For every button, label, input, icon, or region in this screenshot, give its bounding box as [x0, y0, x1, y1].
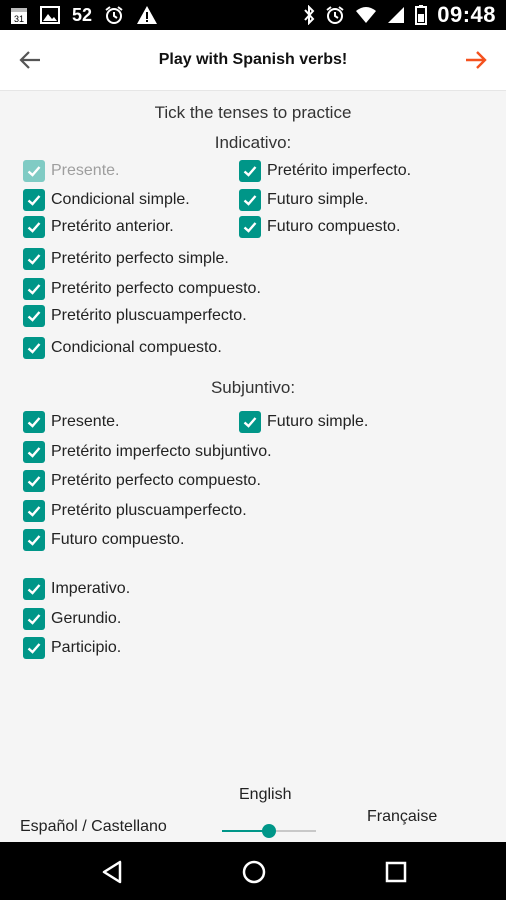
checkbox-label: Pretérito anterior.: [51, 218, 174, 235]
checkbox-indicativo-condicional-simple[interactable]: Condicional simple.: [23, 189, 190, 211]
checkbox-indicativo-preterito-anterior[interactable]: Pretérito anterior.: [23, 216, 174, 238]
checkbox-label: Pretérito perfecto compuesto.: [51, 472, 261, 489]
checkbox-label: Pretérito pluscuamperfecto.: [51, 502, 247, 519]
app-bar: Play with Spanish verbs!: [0, 30, 506, 91]
nav-recents-button[interactable]: [381, 857, 411, 887]
checkbox-subjuntivo-preterito-pluscuamperfecto[interactable]: Pretérito pluscuamperfecto.: [23, 500, 247, 522]
checkbox-label: Pretérito imperfecto.: [267, 162, 412, 179]
language-label-spanish: Español / Castellano: [20, 818, 167, 835]
checkbox-label: Condicional compuesto.: [51, 339, 222, 356]
checkbox-label: Presente.: [51, 413, 120, 430]
check-icon: [23, 470, 45, 492]
check-icon: [23, 578, 45, 600]
check-icon: [23, 637, 45, 659]
language-label-english: English: [239, 786, 292, 803]
checkbox-participio[interactable]: Participio.: [23, 637, 121, 659]
checkbox-indicativo-condicional-compuesto[interactable]: Condicional compuesto.: [23, 337, 222, 359]
check-icon: [23, 248, 45, 270]
check-icon: [239, 160, 261, 182]
check-icon: [23, 305, 45, 327]
check-icon: [23, 441, 45, 463]
checkbox-gerundio[interactable]: Gerundio.: [23, 608, 121, 630]
alarm-icon: [104, 5, 124, 25]
check-icon: [23, 411, 45, 433]
checkbox-label: Imperativo.: [51, 580, 131, 597]
checkbox-label: Futuro simple.: [267, 413, 369, 430]
calendar-icon: 31: [10, 5, 28, 25]
nav-recents-icon: [385, 861, 407, 883]
signal-icon: [387, 6, 405, 24]
checkbox-label: Pretérito perfecto compuesto.: [51, 280, 261, 297]
checkbox-indicativo-futuro-simple[interactable]: Futuro simple.: [239, 189, 368, 211]
checkbox-label: Futuro compuesto.: [267, 218, 401, 235]
language-slider[interactable]: [222, 824, 316, 838]
check-icon: [23, 216, 45, 238]
checkbox-imperativo[interactable]: Imperativo.: [23, 578, 130, 600]
wifi-icon: [355, 6, 377, 24]
checkbox-indicativo-preterito-imperfecto[interactable]: Pretérito imperfecto.: [239, 160, 411, 182]
subjuntivo-heading: Subjuntivo:: [210, 378, 296, 397]
checkbox-subjuntivo-futuro-simple[interactable]: Futuro simple.: [239, 411, 368, 433]
checkbox-label: Condicional simple.: [51, 191, 190, 208]
check-icon: [23, 500, 45, 522]
notification-count: 52: [72, 4, 93, 25]
instruction-text: Tick the tenses to practice: [154, 103, 352, 122]
clock: 09:48: [437, 2, 496, 27]
checkbox-indicativo-presente[interactable]: Presente.: [23, 160, 119, 182]
svg-text:31: 31: [14, 14, 24, 24]
tense-settings: Tick the tenses to practice Indicativo: …: [0, 91, 506, 842]
bluetooth-icon: [303, 5, 315, 25]
check-icon: [239, 189, 261, 211]
nav-back-icon: [102, 860, 122, 884]
language-label-french: Française: [367, 808, 438, 825]
indicativo-heading: Indicativo:: [214, 133, 292, 152]
check-icon: [23, 189, 45, 211]
navigation-bar: [0, 842, 506, 900]
check-icon: [23, 337, 45, 359]
checkbox-label: Futuro simple.: [267, 191, 369, 208]
checkbox-label: Pretérito perfecto simple.: [51, 250, 229, 267]
nav-back-button[interactable]: [98, 857, 128, 887]
check-icon: [239, 216, 261, 238]
checkbox-label: Presente.: [51, 162, 120, 179]
slider-thumb[interactable]: [262, 824, 276, 838]
checkbox-subjuntivo-presente[interactable]: Presente.: [23, 411, 119, 433]
check-icon: [23, 529, 45, 551]
next-button[interactable]: [462, 46, 490, 74]
checkbox-label: Pretérito pluscuamperfecto.: [51, 307, 247, 324]
arrow-right-icon: [466, 51, 487, 69]
checkbox-subjuntivo-preterito-perfecto-compuesto[interactable]: Pretérito perfecto compuesto.: [23, 470, 261, 492]
page-title: Play with Spanish verbs!: [158, 51, 348, 68]
check-icon: [239, 411, 261, 433]
checkbox-subjuntivo-preterito-imperfecto[interactable]: Pretérito imperfecto subjuntivo.: [23, 441, 272, 463]
checkbox-label: Gerundio.: [51, 610, 122, 627]
warning-icon: [136, 5, 158, 25]
status-bar: 31 52 09:48: [0, 0, 506, 30]
nav-home-button[interactable]: [239, 857, 269, 887]
checkbox-indicativo-preterito-perfecto-compuesto[interactable]: Pretérito perfecto compuesto.: [23, 278, 261, 300]
checkbox-label: Futuro compuesto.: [51, 531, 185, 548]
checkbox-label: Participio.: [51, 639, 122, 656]
checkbox-subjuntivo-futuro-compuesto[interactable]: Futuro compuesto.: [23, 529, 184, 551]
check-icon: [23, 278, 45, 300]
check-icon: [23, 160, 45, 182]
checkbox-indicativo-futuro-compuesto[interactable]: Futuro compuesto.: [239, 216, 400, 238]
nav-home-icon: [242, 860, 266, 884]
check-icon: [23, 608, 45, 630]
checkbox-label: Pretérito imperfecto subjuntivo.: [51, 443, 272, 460]
checkbox-indicativo-preterito-pluscuamperfecto[interactable]: Pretérito pluscuamperfecto.: [23, 305, 247, 327]
battery-icon: [415, 5, 428, 25]
alarm-icon: [325, 5, 345, 25]
checkbox-indicativo-preterito-perfecto-simple[interactable]: Pretérito perfecto simple.: [23, 248, 229, 270]
image-icon: [40, 6, 60, 24]
